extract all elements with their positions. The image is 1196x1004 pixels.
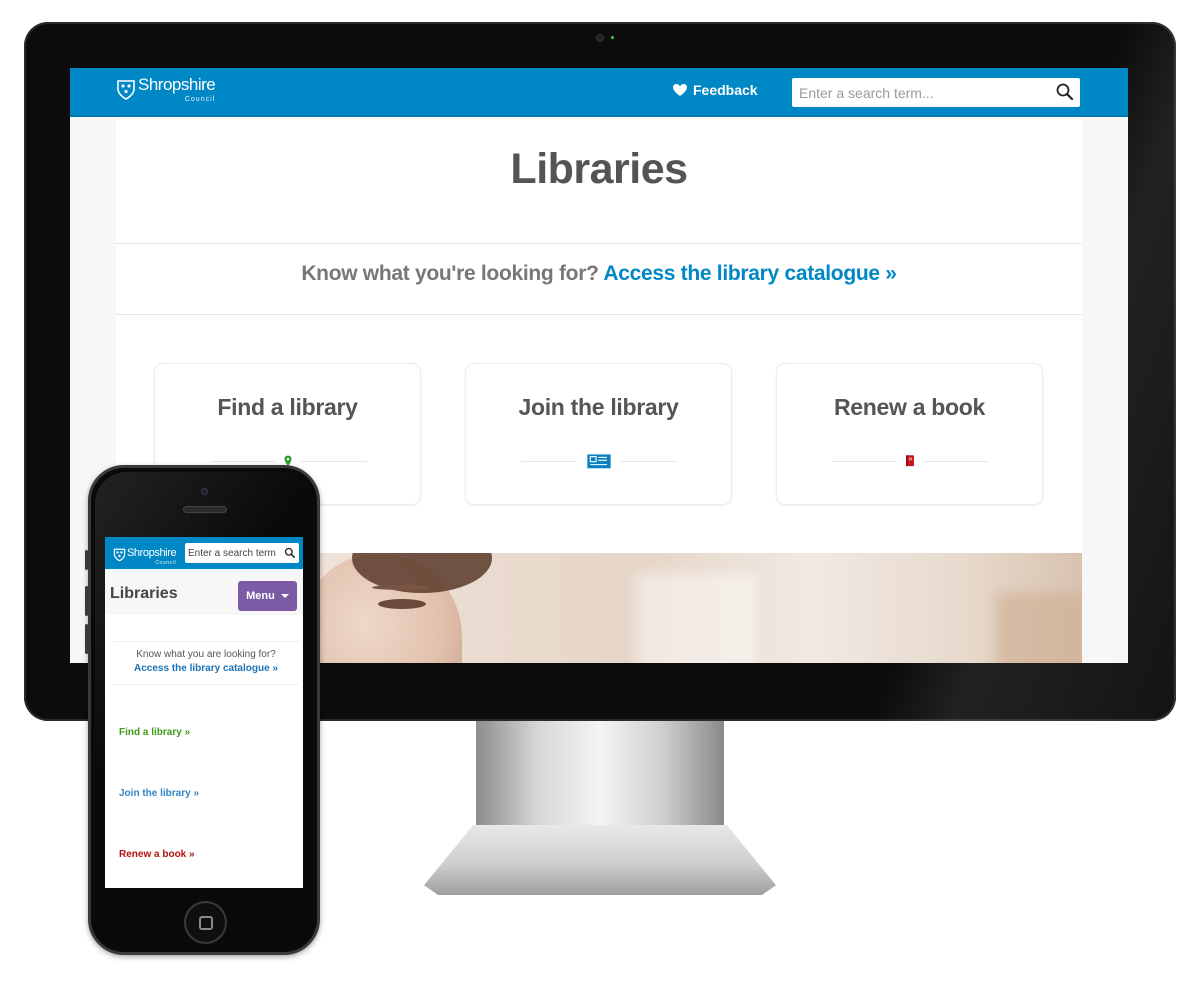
mobile-search-box [185,543,299,563]
join-library-card[interactable]: Join the library [465,363,732,505]
library-card-icon [576,450,621,472]
logo-name: Shropshire [138,75,216,94]
mobile-find-library-link[interactable]: Find a library » [119,727,190,738]
card-title: Find a library [217,394,358,420]
mobile-catalogue-prompt: Know what you are looking for? [136,649,276,660]
monitor-stand-foot [424,825,776,895]
mobile-logo-name: Shropshire [127,547,177,559]
page-title: Libraries [510,145,688,193]
catalogue-link[interactable]: Access the library catalogue » [603,262,897,285]
feedback-link[interactable]: Feedback [672,82,758,98]
divider [116,314,1082,315]
phone-volume-up [85,586,88,616]
home-square-icon [199,916,213,930]
phone-speaker [183,506,227,513]
heart-icon [673,84,687,96]
site-header: Shropshire Council Feedback [70,68,1128,117]
mobile-catalogue-link[interactable]: Access the library catalogue » [113,663,299,674]
mobile-join-library-link[interactable]: Join the library » [119,788,199,799]
mobile-renew-book-link[interactable]: Renew a book » [119,849,195,860]
phone-mute-switch [85,550,88,570]
search-icon[interactable] [284,547,296,559]
search-icon[interactable] [1055,82,1075,102]
mobile-screen: Shropshire Council Libraries Menu [105,537,303,888]
phone-camera [201,488,208,495]
hero-photo-eye [378,599,426,609]
monitor-camera [596,34,604,42]
mobile-page-title: Libraries [110,585,178,602]
menu-label: Menu [246,590,275,602]
book-icon [895,450,924,472]
mobile-phone: Shropshire Council Libraries Menu [85,465,320,955]
caret-down-icon [280,594,289,598]
hero-photo-background [996,593,1082,663]
mobile-search-input[interactable] [185,543,285,563]
catalogue-prompt: Know what you're looking for? [301,262,599,285]
monitor-camera-led [611,36,614,39]
catalogue-banner: Know what you're looking for? Access the… [116,262,1082,286]
hero-photo-background [636,573,756,663]
crest-icon [113,548,126,561]
card-title: Renew a book [833,394,986,420]
mobile-council-logo[interactable]: Shropshire Council [113,543,177,566]
search-input[interactable] [792,79,1042,106]
mobile-logo-subtitle: Council [155,560,177,566]
feedback-label: Feedback [693,82,758,98]
mobile-site-header: Shropshire Council [105,537,303,569]
crest-icon [117,79,135,100]
search-box [792,78,1080,107]
hero-photo-brow [372,585,430,590]
card-title: Join the library [518,394,679,420]
menu-button[interactable]: Menu [238,581,297,611]
monitor-stand-neck [476,721,724,831]
logo-subtitle: Council [184,96,216,103]
divider [116,243,1082,244]
mobile-catalogue-box: Know what you are looking for? Access th… [113,641,299,685]
phone-home-button[interactable] [184,901,227,944]
device-mockup-stage: Shropshire Council Feedback Libraries [0,0,1196,1004]
council-logo[interactable]: Shropshire Council [116,75,216,103]
renew-book-card[interactable]: Renew a book [776,363,1043,505]
phone-volume-down [85,624,88,654]
